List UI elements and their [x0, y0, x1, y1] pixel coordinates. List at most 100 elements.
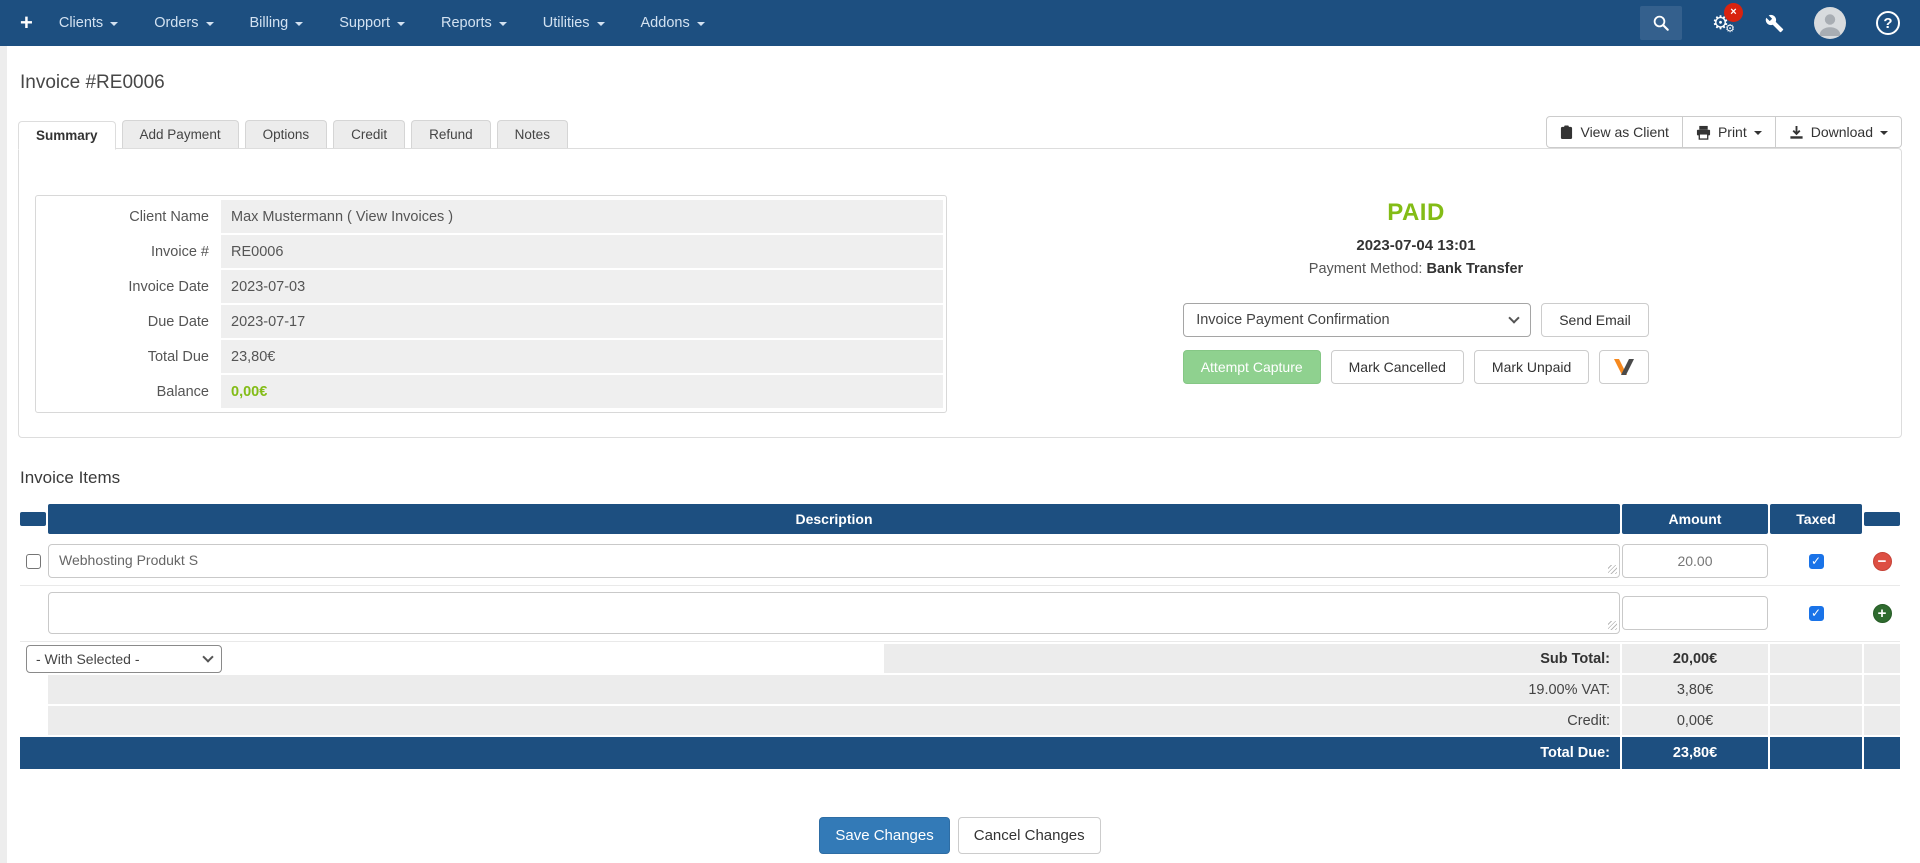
vat-row: 19.00% VAT: 3,80€ [20, 675, 1900, 704]
tab-notes[interactable]: Notes [497, 120, 568, 149]
tab-summary[interactable]: Summary [18, 121, 116, 150]
items-header-row: Description Amount Taxed [20, 504, 1900, 534]
add-item-icon[interactable]: + [1873, 604, 1892, 623]
top-navbar: + Clients Orders Billing Support Reports… [0, 0, 1920, 46]
vat-value: 3,80€ [1622, 675, 1768, 704]
invoice-toolbar: View as Client Print Download [1546, 116, 1902, 148]
cancel-changes-button[interactable]: Cancel Changes [958, 817, 1101, 854]
email-template-select[interactable]: Invoice Payment Confirmation [1183, 303, 1531, 337]
help-icon[interactable]: ? [1876, 11, 1900, 35]
nav-clients[interactable]: Clients [59, 15, 118, 31]
total-due-value: 23,80€ [221, 340, 943, 373]
search-icon[interactable] [1640, 6, 1682, 40]
page-title: Invoice #RE0006 [18, 46, 1902, 116]
send-email-button[interactable]: Send Email [1541, 303, 1649, 337]
tab-add-payment[interactable]: Add Payment [122, 120, 239, 149]
item-amount-input[interactable] [1622, 544, 1768, 578]
chevron-down-icon [397, 22, 405, 26]
table-row: Balance 0,00€ [39, 375, 943, 408]
invoice-tabs: Summary Add Payment Options Credit Refun… [18, 120, 568, 149]
table-row: Client Name Max Mustermann ( View Invoic… [39, 200, 943, 233]
payment-status-block: PAID 2023-07-04 13:01 Payment Method: Ba… [947, 195, 1885, 417]
invoice-items-heading: Invoice Items [20, 468, 1902, 488]
subtotal-value: 20,00€ [1622, 644, 1768, 673]
total-due-row: Total Due: 23,80€ [20, 737, 1900, 769]
chevron-down-icon [202, 651, 213, 662]
chevron-down-icon [206, 22, 214, 26]
nav-reports[interactable]: Reports [441, 15, 507, 31]
chevron-down-icon [499, 22, 507, 26]
clipboard-icon [1560, 125, 1573, 140]
nav-utilities[interactable]: Utilities [543, 15, 605, 31]
table-row: Total Due 23,80€ [39, 340, 943, 373]
new-item-description-input[interactable] [48, 592, 1620, 634]
nav-billing[interactable]: Billing [250, 15, 304, 31]
new-item-amount-input[interactable] [1622, 596, 1768, 630]
remove-item-icon[interactable]: − [1873, 552, 1892, 571]
invoice-date-value: 2023-07-03 [221, 270, 943, 303]
gateway-x-icon [1612, 356, 1636, 378]
mark-cancelled-button[interactable]: Mark Cancelled [1331, 350, 1464, 384]
view-as-client-button[interactable]: View as Client [1546, 116, 1682, 148]
mark-unpaid-button[interactable]: Mark Unpaid [1474, 350, 1589, 384]
resize-handle-icon[interactable] [1608, 621, 1617, 630]
table-row: Invoice Date 2023-07-03 [39, 270, 943, 303]
notification-badge: × [1724, 3, 1743, 22]
table-row: Invoice # RE0006 [39, 235, 943, 268]
invoice-items-table: Description Amount Taxed Webhosting Prod… [20, 504, 1900, 769]
credit-row: Credit: 0,00€ [20, 706, 1900, 735]
download-button[interactable]: Download [1776, 116, 1902, 148]
chevron-down-icon [1880, 131, 1888, 135]
new-item-row: ✓ + [20, 586, 1900, 642]
chevron-down-icon [597, 22, 605, 26]
chevron-down-icon [697, 22, 705, 26]
subtotal-row: - With Selected - Sub Total: 20,00€ [20, 644, 1900, 673]
download-icon [1789, 125, 1804, 140]
credit-label: Credit: [48, 706, 1620, 735]
gateway-action-button[interactable] [1599, 350, 1649, 384]
item-select-checkbox[interactable] [26, 554, 41, 569]
print-button[interactable]: Print [1683, 116, 1776, 148]
summary-panel: Client Name Max Mustermann ( View Invoic… [18, 148, 1902, 438]
new-item-taxed-checkbox[interactable]: ✓ [1809, 606, 1824, 621]
automation-status-icon[interactable]: ⚙ ⚙ × [1712, 14, 1729, 33]
nav-support[interactable]: Support [339, 15, 405, 31]
tab-refund[interactable]: Refund [411, 120, 491, 149]
save-changes-button[interactable]: Save Changes [819, 817, 949, 854]
nav-addons[interactable]: Addons [641, 15, 705, 31]
with-selected-select[interactable]: - With Selected - [26, 645, 222, 673]
item-description-input[interactable]: Webhosting Produkt S [48, 544, 1620, 578]
select-column-header [20, 512, 46, 526]
chevron-down-icon [1754, 131, 1762, 135]
tab-credit[interactable]: Credit [333, 120, 405, 149]
tab-options[interactable]: Options [245, 120, 328, 149]
nav-orders[interactable]: Orders [154, 15, 213, 31]
printer-icon [1696, 125, 1711, 140]
vat-label: 19.00% VAT: [48, 675, 1620, 704]
wrench-icon[interactable] [1765, 14, 1784, 33]
client-name-value[interactable]: Max Mustermann ( View Invoices ) [221, 200, 943, 233]
total-due-label: Total Due: [20, 737, 1620, 769]
invoice-summary-table: Client Name Max Mustermann ( View Invoic… [35, 195, 947, 413]
main-menu: Clients Orders Billing Support Reports U… [59, 15, 705, 31]
status-badge: PAID [947, 199, 1885, 227]
subtotal-label: Sub Total: [884, 644, 1620, 673]
payment-method: Payment Method: Bank Transfer [947, 261, 1885, 277]
total-due-amount: 23,80€ [1622, 737, 1768, 769]
item-taxed-checkbox[interactable]: ✓ [1809, 554, 1824, 569]
user-avatar[interactable] [1814, 7, 1846, 39]
gear-icon: ⚙ [1725, 24, 1735, 35]
chevron-down-icon [110, 22, 118, 26]
invoice-number-value: RE0006 [221, 235, 943, 268]
table-row: Due Date 2023-07-17 [39, 305, 943, 338]
amount-column-header: Amount [1622, 504, 1768, 534]
chevron-down-icon [1509, 312, 1520, 323]
chevron-down-icon [295, 22, 303, 26]
quick-add-icon[interactable]: + [20, 10, 33, 36]
taxed-column-header: Taxed [1770, 504, 1862, 534]
resize-handle-icon[interactable] [1608, 565, 1617, 574]
attempt-capture-button[interactable]: Attempt Capture [1183, 350, 1321, 384]
payment-date: 2023-07-04 13:01 [947, 237, 1885, 254]
description-column-header: Description [48, 504, 1620, 534]
due-date-value: 2023-07-17 [221, 305, 943, 338]
